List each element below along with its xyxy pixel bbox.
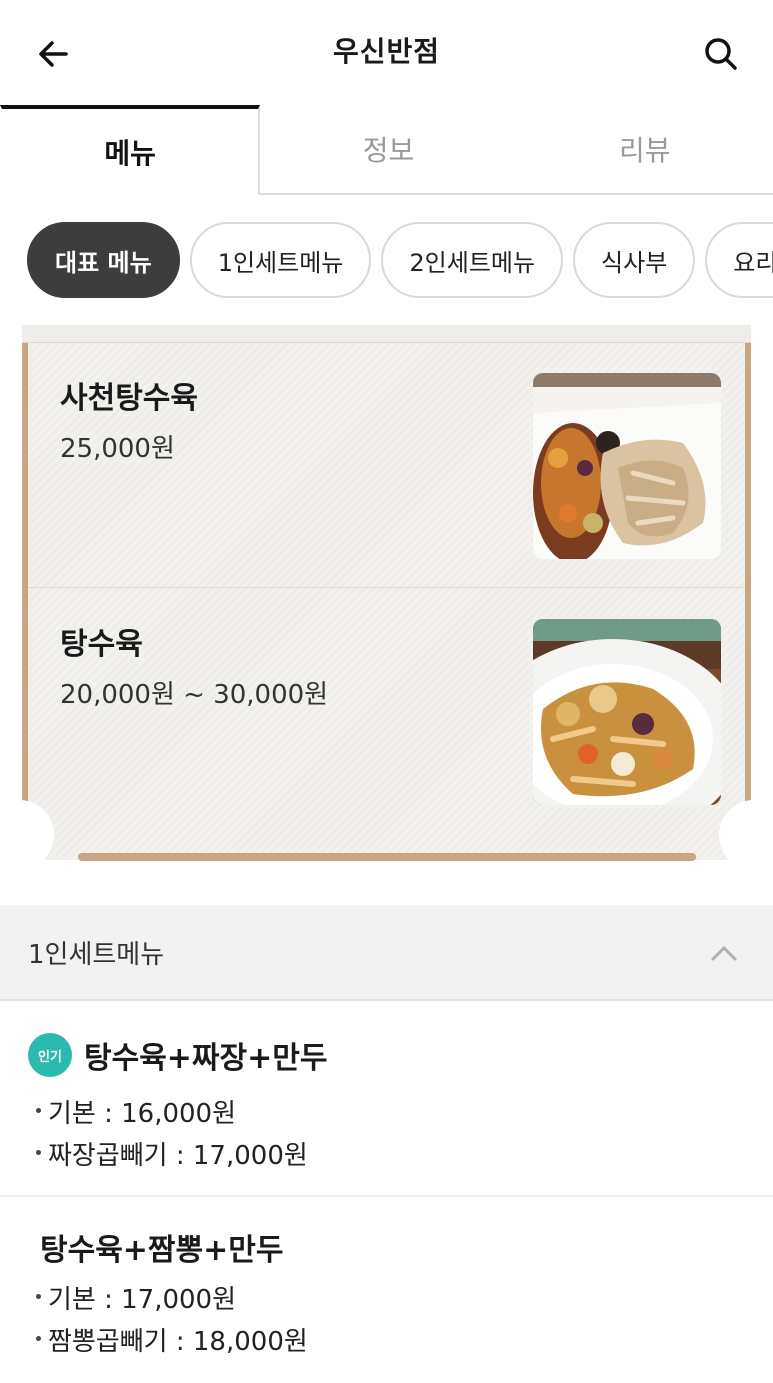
tab-bar: 메뉴 정보 리뷰 [0,105,773,195]
section-title: 1인세트메뉴 [28,939,165,970]
set-menu-option: 기본 : 17,000원 [36,1279,236,1316]
chip-2-person-set[interactable]: 2인세트메뉴 [381,222,564,298]
card-bottom-rail [78,853,696,861]
set-menu-item[interactable]: 탕수육+짬뽕+만두 기본 : 17,000원 짬뽕곱빼기 : 18,000원 [0,1199,773,1383]
tab-menu[interactable]: 메뉴 [0,105,261,195]
card-top-edge [22,325,751,343]
menu-item-price: 25,000원 [60,434,175,464]
chip-meals[interactable]: 식사부 [573,222,696,298]
menu-item-price: 20,000원 ~ 30,000원 [60,680,329,710]
tab-review[interactable]: 리뷰 [516,105,773,193]
menu-item-name: 사천탕수육 [60,381,198,416]
set-menu-name: 탕수육+짬뽕+만두 [40,1233,284,1268]
tangsuyuk-photo [533,619,721,805]
sichuan-tangsuyuk-photo [533,373,721,559]
set-menu-name: 탕수육+짜장+만두 [84,1041,328,1076]
set-menu-option: 짜장곱빼기 : 17,000원 [36,1135,308,1172]
app-header: 우신반점 [0,0,773,105]
tab-info[interactable]: 정보 [260,105,517,193]
set-menu-name-row: 인기 탕수육+짜장+만두 [28,1033,327,1077]
search-button[interactable] [695,28,747,80]
option-text: 기본 : 16,000원 [48,1099,237,1129]
set-menu-option: 기본 : 16,000원 [36,1093,236,1130]
popular-badge: 인기 [28,1033,72,1077]
set-menu-item[interactable]: 인기 탕수육+짜장+만두 기본 : 16,000원 짜장곱빼기 : 17,000… [0,1003,773,1197]
chip-dishes[interactable]: 요리부 [705,222,773,298]
option-text: 기본 : 17,000원 [48,1285,237,1315]
bullet-icon [36,1294,41,1299]
bullet-icon [36,1336,41,1341]
set-menu-name-row: 탕수육+짬뽕+만두 [40,1225,283,1269]
page-title: 우신반점 [332,35,441,68]
option-text: 짬뽕곱빼기 : 18,000원 [48,1327,308,1357]
chip-1-person-set[interactable]: 1인세트메뉴 [189,222,372,298]
menu-item-name: 탕수육 [60,627,143,662]
chevron-up-icon[interactable] [709,941,739,965]
chip-signature-menu[interactable]: 대표 메뉴 [27,222,180,298]
bullet-icon [36,1108,41,1113]
option-text: 짜장곱빼기 : 17,000원 [48,1141,308,1171]
featured-menu-card: 사천탕수육 25,000원 탕수육 20,000원 ~ 30,000원 [0,325,773,870]
category-chip-bar: 대표 메뉴 1인세트메뉴 2인세트메뉴 식사부 요리부 [0,222,773,302]
menu-item[interactable]: 탕수육 20,000원 ~ 30,000원 [28,589,745,834]
section-header-1-person-set[interactable]: 1인세트메뉴 [0,905,773,1001]
bullet-icon [36,1150,41,1155]
set-menu-option: 짬뽕곱빼기 : 18,000원 [36,1321,308,1358]
menu-item[interactable]: 사천탕수육 25,000원 [28,343,745,588]
search-icon [705,38,737,70]
